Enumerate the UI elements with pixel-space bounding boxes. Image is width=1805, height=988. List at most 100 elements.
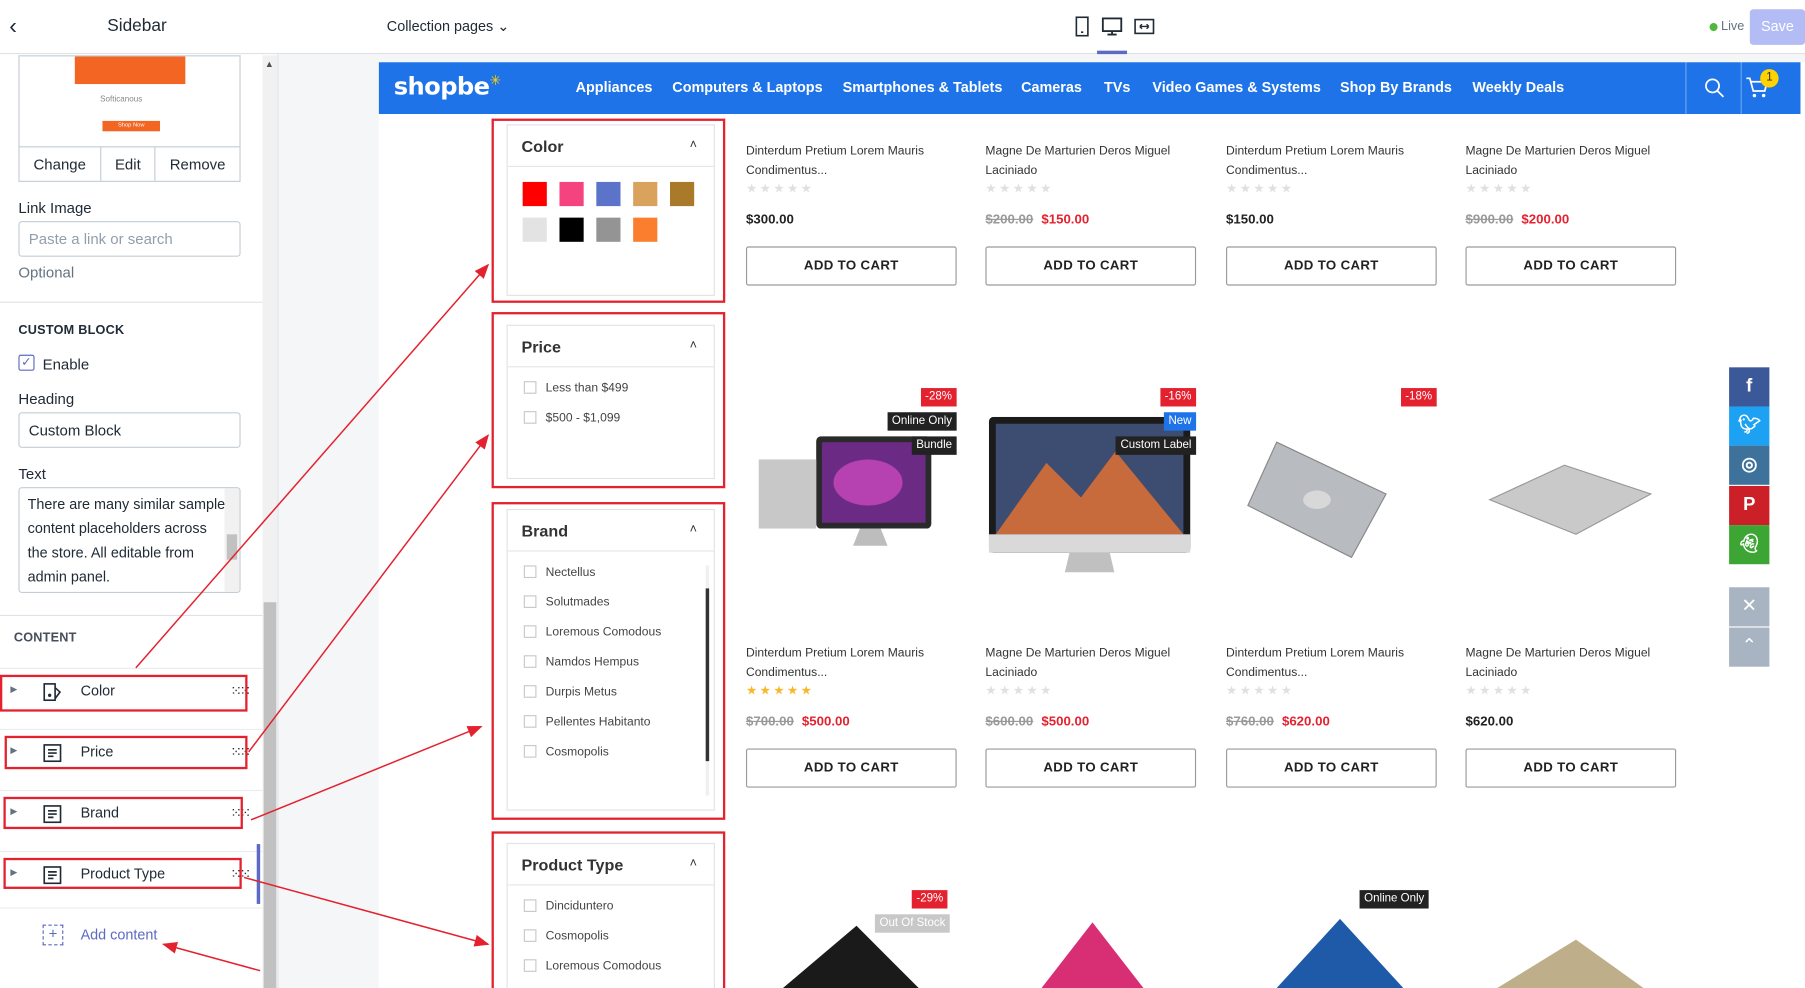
checkbox[interactable] (523, 411, 537, 424)
filter-option[interactable]: Loremous Comodous (523, 625, 661, 639)
change-image-button[interactable]: Change (20, 147, 102, 181)
store-logo[interactable]: shopbe✳ (394, 73, 501, 101)
product-image[interactable] (1035, 920, 1150, 988)
color-swatch[interactable] (522, 217, 547, 242)
twitter-icon[interactable]: 🐦︎ (1729, 406, 1770, 446)
instagram-icon[interactable]: ◎ (1729, 445, 1770, 485)
mobile-icon[interactable] (1071, 15, 1094, 38)
product-image[interactable] (1271, 917, 1409, 988)
drag-handle-icon[interactable]: ⁙⁙ (230, 683, 251, 699)
color-swatch[interactable] (522, 181, 547, 207)
remove-image-button[interactable]: Remove (156, 147, 240, 180)
expand-caret-icon[interactable]: ▶ (10, 745, 17, 755)
filter-option[interactable]: Namdos Hempus (523, 655, 639, 669)
checkbox[interactable] (523, 655, 537, 668)
product-image[interactable] (1484, 459, 1657, 540)
filter-header[interactable]: Product Type ˄ (507, 844, 714, 886)
color-swatch[interactable] (559, 217, 584, 242)
checkbox[interactable] (523, 715, 537, 728)
add-content-button[interactable]: + Add content (0, 907, 263, 965)
expand-caret-icon[interactable]: ▶ (10, 684, 17, 694)
nav-link[interactable]: Video Games & Systems (1152, 79, 1321, 95)
add-to-cart-button[interactable]: ADD TO CART (985, 246, 1197, 286)
checkbox[interactable] (523, 595, 537, 608)
save-button[interactable]: Save (1749, 9, 1805, 45)
filter-header[interactable]: Price ˄ (507, 326, 714, 368)
color-swatch[interactable] (633, 217, 658, 242)
add-to-cart-button[interactable]: ADD TO CART (1226, 246, 1437, 286)
checkbox[interactable] (523, 381, 537, 394)
content-item-product-type[interactable]: ▶ Product Type ⁙⁙ (0, 850, 263, 898)
fullwidth-icon[interactable] (1133, 15, 1156, 38)
filter-option[interactable]: Nectellus (523, 565, 595, 579)
product-name[interactable]: Dinterdum Pretium Lorem Mauris Condiment… (1226, 142, 1433, 181)
add-to-cart-button[interactable]: ADD TO CART (745, 246, 957, 286)
product-name[interactable]: Magne De Marturien Deros Miguel Laciniad… (985, 644, 1192, 683)
content-item-price[interactable]: ▶ Price ⁙⁙ (0, 728, 263, 775)
scrollbar-thumb[interactable] (263, 602, 277, 988)
scroll-up-arrow-icon[interactable]: ▲ (265, 59, 274, 69)
filter-option[interactable]: Cosmopolis (523, 745, 609, 759)
expand-caret-icon[interactable]: ▶ (10, 806, 17, 816)
snapchat-icon[interactable]: 👻︎ (1729, 525, 1770, 565)
link-image-input[interactable] (18, 221, 241, 257)
filter-option[interactable]: Cosmopolis (523, 929, 609, 943)
checkbox[interactable] (523, 685, 537, 698)
text-area-scrollbar[interactable] (224, 488, 240, 592)
filter-option[interactable]: Solutmades (523, 595, 610, 609)
filter-option[interactable]: Loremous Comodous (523, 959, 661, 973)
color-swatch[interactable] (596, 181, 621, 207)
color-swatch[interactable] (559, 181, 584, 207)
product-name[interactable]: Dinterdum Pretium Lorem Mauris Condiment… (746, 142, 953, 181)
edit-image-button[interactable]: Edit (101, 147, 156, 181)
nav-link[interactable]: Computers & Laptops (672, 79, 822, 95)
close-icon[interactable]: ✕ (1729, 587, 1770, 627)
scroll-top-icon[interactable]: ⌃ (1729, 627, 1770, 667)
product-image[interactable] (1490, 937, 1651, 988)
color-swatch[interactable] (669, 181, 695, 207)
content-item-brand[interactable]: ▶ Brand ⁙⁙ (0, 789, 263, 836)
color-swatch[interactable] (633, 181, 658, 207)
filter-header[interactable]: Color ˄ (507, 126, 714, 167)
content-item-color[interactable]: ▶ Color ⁙⁙ (0, 667, 263, 714)
desktop-icon[interactable] (1101, 15, 1124, 38)
pinterest-icon[interactable]: P (1729, 485, 1770, 526)
brand-list-scrollbar[interactable] (705, 565, 710, 796)
filter-option[interactable]: $500 - $1,099 (523, 411, 620, 425)
facebook-icon[interactable]: f (1729, 367, 1770, 407)
filter-option[interactable]: Durpis Metus (523, 685, 617, 699)
product-name[interactable]: Magne De Marturien Deros Miguel Laciniad… (1465, 142, 1672, 181)
filter-option[interactable]: Pellentes Habitanto (523, 715, 651, 729)
heading-input[interactable] (18, 412, 241, 448)
nav-link[interactable]: Appliances (576, 79, 653, 95)
checkbox[interactable] (523, 745, 537, 758)
nav-link[interactable]: TVs (1104, 79, 1130, 95)
nav-link[interactable]: Cameras (1021, 79, 1082, 95)
product-name[interactable]: Magne De Marturien Deros Miguel Laciniad… (985, 142, 1192, 181)
product-image[interactable] (1242, 436, 1392, 563)
checkbox[interactable] (523, 625, 537, 638)
expand-caret-icon[interactable]: ▶ (10, 867, 17, 877)
text-area[interactable]: There are many similar sample content pl… (18, 487, 241, 594)
nav-link[interactable]: Smartphones & Tablets (843, 79, 1003, 95)
add-to-cart-button[interactable]: ADD TO CART (1465, 748, 1677, 788)
page-select-dropdown[interactable]: Collection pages ⌄ (387, 17, 509, 34)
nav-link[interactable]: Shop By Brands (1340, 79, 1452, 95)
color-swatch[interactable] (596, 217, 621, 242)
add-to-cart-button[interactable]: ADD TO CART (1226, 748, 1437, 788)
drag-handle-icon[interactable]: ⁙⁙ (230, 744, 251, 760)
filter-option[interactable]: Dinciduntero (523, 899, 614, 913)
add-to-cart-button[interactable]: ADD TO CART (985, 748, 1197, 788)
search-button[interactable] (1685, 62, 1742, 114)
checkbox[interactable] (523, 959, 537, 972)
product-name[interactable]: Magne De Marturien Deros Miguel Laciniad… (1465, 644, 1672, 683)
drag-handle-icon[interactable]: ⁙⁙ (230, 805, 251, 821)
add-to-cart-button[interactable]: ADD TO CART (745, 748, 957, 788)
checkbox[interactable] (523, 929, 537, 942)
filter-header[interactable]: Brand ˄ (507, 510, 714, 552)
checkbox[interactable] (523, 565, 537, 579)
add-to-cart-button[interactable]: ADD TO CART (1465, 246, 1677, 286)
nav-link[interactable]: Weekly Deals (1472, 79, 1564, 95)
checkbox[interactable] (523, 899, 537, 912)
product-name[interactable]: Dinterdum Pretium Lorem Mauris Condiment… (746, 644, 953, 683)
